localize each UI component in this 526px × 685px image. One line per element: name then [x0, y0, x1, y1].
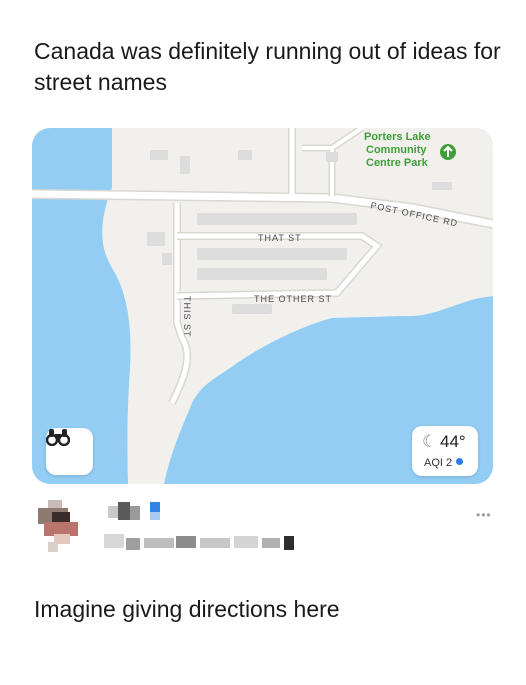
blurred-username[interactable] [104, 500, 304, 560]
map-card[interactable]: Porters Lake Community Centre Park POST … [32, 128, 493, 484]
more-options-icon[interactable]: ••• [476, 508, 492, 522]
aqi-label: AQI 2 [424, 457, 453, 469]
caption-bottom: Imagine giving directions here [34, 596, 340, 622]
avatar[interactable] [38, 500, 82, 554]
caption-top: Canada was definitely running out of ide… [34, 38, 501, 95]
street-label-the-other-st: THE OTHER ST [254, 294, 332, 304]
weather-temperature: 44° [440, 432, 466, 451]
park-label-line2: Community [366, 144, 427, 156]
binoculars-icon [46, 429, 70, 446]
street-label-that-st: THAT ST [258, 233, 302, 243]
moon-icon: ☾ [422, 432, 438, 451]
street-label-this-st: THIS ST [182, 296, 192, 338]
park-label-line1: Porters Lake [364, 131, 431, 143]
weather-widget[interactable]: ☾ 44° AQI 2 [412, 426, 478, 476]
park-label-line3: Centre Park [366, 157, 429, 169]
binoculars-button[interactable] [46, 428, 93, 475]
aqi-dot [456, 458, 464, 465]
aqi-indicator: AQI 2 [424, 457, 464, 469]
